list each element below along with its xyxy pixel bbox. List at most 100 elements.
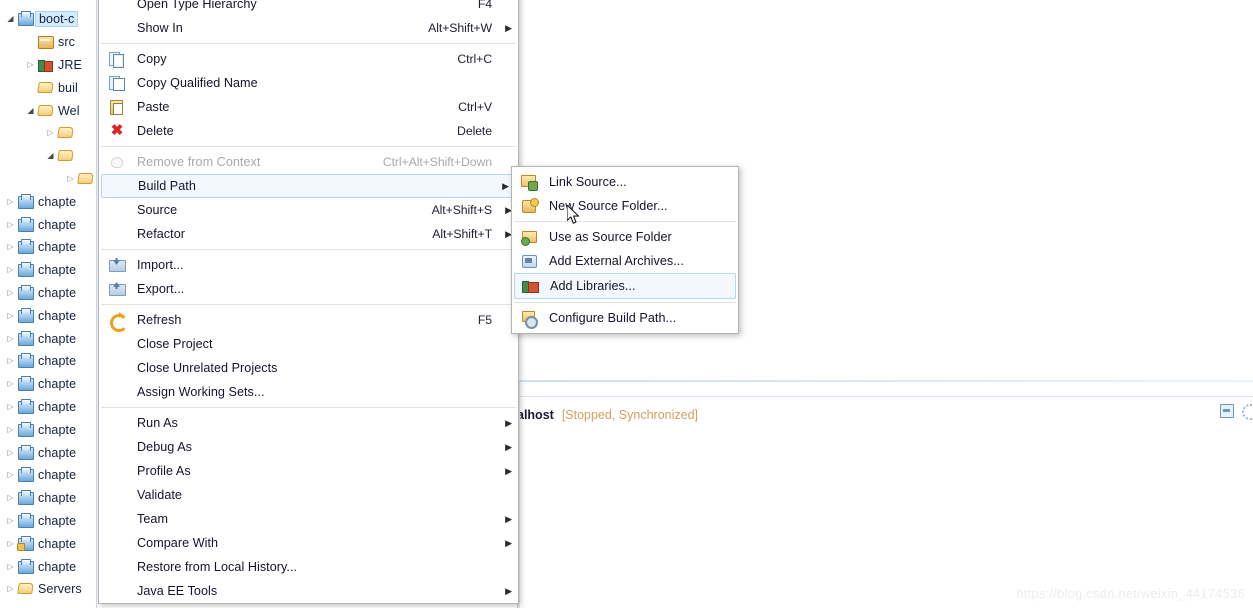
submenu-item-use-as-source-folder[interactable]: Use as Source Folder [512, 225, 738, 249]
menu-item-close-project[interactable]: Close Project ▶ [99, 332, 518, 356]
menu-item-source[interactable]: Source Alt+Shift+S ▶ [99, 198, 518, 222]
menu-item-profile-as[interactable]: Profile As ▶ [99, 459, 518, 483]
menu-item-debug-as[interactable]: Debug As ▶ [99, 435, 518, 459]
menu-item-refactor[interactable]: Refactor Alt+Shift+T ▶ [99, 222, 518, 246]
tree-twisty-collapsed-icon[interactable]: ▷ [4, 288, 17, 297]
tree-item-chapte[interactable]: ▷ chapte [0, 236, 98, 259]
tree-twisty-collapsed-icon[interactable]: ▷ [4, 516, 17, 525]
tree-twisty-collapsed-icon[interactable]: ▷ [4, 266, 17, 274]
tree-item[interactable]: ◢ [0, 145, 98, 168]
project-context-menu[interactable]: Open Type Hierarchy F4 ▶ Show In Alt+Shift+W… [98, 0, 519, 604]
tree-item-jre[interactable]: ▷ JRE [0, 54, 98, 77]
menu-item-label: Team [137, 512, 168, 526]
tree-twisty-collapsed-icon[interactable]: ▷ [44, 129, 57, 137]
tree-item-chapte[interactable]: ▷ chapte [0, 532, 98, 555]
submenu-item-new-source-folder[interactable]: New Source Folder... [512, 194, 738, 218]
tree-item-chapte[interactable]: ▷ chapte [0, 418, 98, 441]
menu-item-run-as[interactable]: Run As ▶ [99, 411, 518, 435]
tree-twisty-collapsed-icon[interactable]: ▷ [4, 539, 17, 548]
tree-item-chapte[interactable]: ▷ chapte [0, 327, 98, 350]
tree-twisty-collapsed-icon[interactable]: ▷ [4, 311, 17, 320]
tree-item-chapte[interactable]: ▷ chapte [0, 350, 98, 373]
tree-item-chapte[interactable]: ▷ chapte [0, 555, 98, 578]
menu-icon-placeholder [108, 178, 130, 194]
menu-item-export[interactable]: Export... ▶ [99, 277, 518, 301]
tree-twisty-collapsed-icon[interactable]: ▷ [24, 60, 37, 69]
tree-item-buil[interactable]: buil [0, 76, 98, 99]
tree-twisty-collapsed-icon[interactable]: ▷ [4, 425, 17, 434]
tree-twisty-collapsed-icon[interactable]: ▷ [4, 220, 17, 229]
menu-item-java-ee-tools[interactable]: Java EE Tools ▶ [99, 579, 518, 603]
package-explorer-tree[interactable]: ◢ boot-c src ▷ JRE buil ◢ Wel ▷ ◢ ▷ ▷ chapte ▷ chapt… [0, 0, 98, 608]
tree-twisty-collapsed-icon[interactable]: ▷ [4, 334, 17, 343]
menu-item-compare-with[interactable]: Compare With ▶ [99, 531, 518, 555]
tree-twisty-collapsed-icon[interactable]: ▷ [4, 448, 17, 457]
menu-item-team[interactable]: Team ▶ [99, 507, 518, 531]
tree-item-servers[interactable]: ▷ Servers [0, 578, 98, 601]
menu-item-close-unrelated-projects[interactable]: Close Unrelated Projects ▶ [99, 356, 518, 380]
menu-item-label: Build Path [138, 179, 196, 193]
folder-icon [57, 148, 74, 164]
menu-item-shortcut: F5 [477, 313, 492, 327]
menu-item-copy[interactable]: Copy Ctrl+C▶ [99, 47, 518, 71]
java-project-icon [17, 421, 34, 438]
menu-item-label: Show In [137, 21, 183, 35]
tree-twisty-collapsed-icon[interactable]: ▷ [4, 562, 17, 571]
tree-item-chapte[interactable]: ▷ chapte [0, 304, 98, 327]
tree-twisty-collapsed-icon[interactable]: ▷ [4, 471, 17, 479]
menu-item-build-path[interactable]: Build Path ▶ [101, 174, 516, 198]
build-path-submenu[interactable]: Link Source... New Source Folder... Use as… [511, 166, 739, 334]
submenu-item-configure-build-path[interactable]: Configure Build Path... [512, 306, 738, 330]
menu-item-open-type-hierarchy[interactable]: Open Type Hierarchy F4▶ [99, 0, 518, 16]
menu-item-restore-from-local-history[interactable]: Restore from Local History... ▶ [99, 555, 518, 579]
menu-item-show-in[interactable]: Show In Alt+Shift+W ▶ [99, 16, 518, 40]
tree-twisty-collapsed-icon[interactable]: ▷ [4, 357, 17, 365]
tree-twisty-collapsed-icon[interactable]: ▷ [4, 494, 17, 502]
minimize-icon[interactable] [1218, 402, 1234, 418]
tree-item-chapte[interactable]: ▷ chapte [0, 282, 98, 305]
tree-twisty-collapsed-icon[interactable]: ▷ [4, 380, 17, 388]
tree-item-chapte[interactable]: ▷ chapte [0, 464, 98, 487]
submenu-item-add-libraries[interactable]: Add Libraries... [514, 273, 736, 299]
menu-item-import[interactable]: Import... ▶ [99, 253, 518, 277]
tree-item-label: buil [58, 80, 78, 95]
tree-twisty-expanded-icon[interactable]: ◢ [4, 15, 17, 23]
folder-icon [77, 171, 94, 187]
menu-item-delete[interactable]: ✖DeleteDelete▶ [99, 119, 518, 143]
tree-item-chapte[interactable]: ▷ chapte [0, 396, 98, 419]
menu-item-copy-qualified-name[interactable]: Copy Qualified Name ▶ [99, 71, 518, 95]
submenu-item-link-source[interactable]: Link Source... [512, 170, 738, 194]
tree-item[interactable]: ▷ [0, 122, 98, 145]
java-project-icon [17, 193, 34, 210]
tree-twisty-collapsed-icon[interactable]: ▷ [64, 174, 77, 183]
tree-item-chapte[interactable]: ▷ chapte [0, 441, 98, 464]
tree-item-chapte[interactable]: ▷ chapte [0, 487, 98, 510]
menu-item-assign-working-sets[interactable]: Assign Working Sets... ▶ [99, 380, 518, 404]
server-list-item[interactable]: alhost [Stopped, Synchronized] [517, 405, 698, 425]
tree-item-chapte[interactable]: ▷ chapte [0, 510, 98, 533]
tree-twisty-collapsed-icon[interactable]: ▷ [4, 402, 17, 411]
menu-item-label: Debug As [137, 440, 193, 454]
menu-item-label: Profile As [137, 464, 191, 478]
menu-icon-placeholder [107, 583, 129, 599]
tree-item-chapte[interactable]: ▷ chapte [0, 190, 98, 213]
menu-item-refresh[interactable]: Refresh F5▶ [99, 308, 518, 332]
tree-item-src[interactable]: src [0, 31, 98, 54]
tree-item-chapte[interactable]: ▷ chapte [0, 373, 98, 396]
tree-twisty-expanded-icon[interactable]: ◢ [24, 106, 37, 115]
tree-item-label: chapte [38, 468, 77, 483]
tree-twisty-expanded-icon[interactable]: ◢ [44, 152, 57, 160]
copy-qualified-icon [107, 75, 129, 91]
tree-twisty-collapsed-icon[interactable]: ▷ [4, 243, 17, 251]
tree-item-chapte[interactable]: ▷ chapte [0, 259, 98, 282]
tree-item-chapte[interactable]: ▷ chapte [0, 213, 98, 236]
restore-icon[interactable] [1240, 402, 1253, 420]
tree-twisty-collapsed-icon[interactable]: ▷ [4, 197, 17, 206]
tree-item-boot-c[interactable]: ◢ boot-c [0, 8, 98, 31]
submenu-item-add-external-archives[interactable]: Add External Archives... [512, 249, 738, 273]
menu-item-validate[interactable]: Validate ▶ [99, 483, 518, 507]
menu-item-paste[interactable]: Paste Ctrl+V▶ [99, 95, 518, 119]
tree-twisty-collapsed-icon[interactable]: ▷ [4, 585, 17, 593]
tree-item[interactable]: ▷ [0, 168, 98, 191]
tree-item-wel[interactable]: ◢ Wel [0, 99, 98, 122]
